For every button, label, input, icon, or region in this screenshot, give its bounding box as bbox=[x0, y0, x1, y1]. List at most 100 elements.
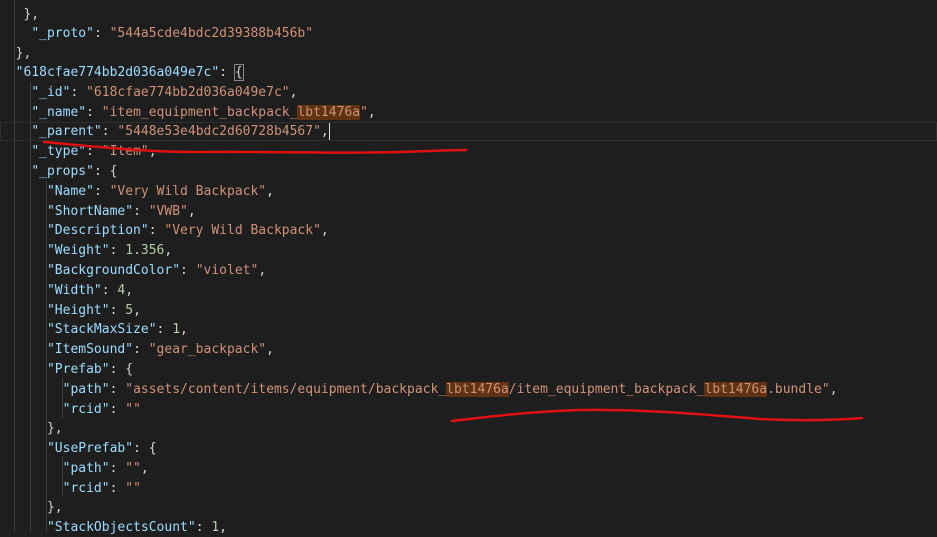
code-line[interactable]: "Name": "Very Wild Backpack", bbox=[0, 182, 937, 201]
json-key: "Name" bbox=[46, 184, 94, 199]
code-line[interactable]: "ItemSound": "gear_backpack", bbox=[0, 340, 937, 359]
search-match-highlight: lbt1476a bbox=[446, 382, 509, 397]
code-line[interactable]: "path": "assets/content/items/equipment/… bbox=[0, 380, 937, 399]
json-key: "_proto" bbox=[31, 26, 94, 41]
json-string: "assets/content/items/equipment/backpack… bbox=[125, 382, 447, 397]
json-string: "618cfae774bb2d036a049e7c" bbox=[86, 85, 290, 100]
json-number: 5 bbox=[125, 303, 134, 318]
json-number: 1.356 bbox=[125, 243, 165, 258]
punctuation: : bbox=[109, 303, 126, 318]
json-string: " bbox=[360, 105, 368, 120]
punctuation: : bbox=[109, 402, 126, 417]
json-key: "StackMaxSize" bbox=[46, 322, 157, 337]
code-line[interactable]: "_props": { bbox=[0, 162, 937, 181]
json-string: "VWB" bbox=[148, 204, 188, 219]
punctuation: : bbox=[86, 144, 102, 159]
punctuation: }, bbox=[46, 500, 63, 515]
code-line[interactable]: "_type": "Item", bbox=[0, 142, 937, 161]
punctuation: : bbox=[195, 520, 212, 535]
json-key: "path" bbox=[62, 461, 110, 476]
json-key: "_parent" bbox=[31, 124, 102, 139]
punctuation: , bbox=[219, 520, 227, 535]
punctuation: : bbox=[109, 382, 126, 397]
punctuation: : bbox=[93, 26, 110, 41]
punctuation: : bbox=[109, 243, 126, 258]
json-number: 1 bbox=[172, 322, 181, 337]
search-match-highlight: lbt1476a bbox=[297, 105, 361, 120]
code-line[interactable]: "rcid": "" bbox=[0, 479, 937, 498]
json-key: "618cfae774bb2d036a049e7c" bbox=[15, 65, 220, 80]
code-line[interactable]: "_name": "item_equipment_backpack_lbt147… bbox=[0, 103, 937, 122]
matching-bracket: { bbox=[233, 64, 244, 81]
code-line[interactable]: "path": "", bbox=[0, 459, 937, 478]
code-line[interactable]: "Width": 4, bbox=[0, 281, 937, 300]
json-string: "Very Wild Backpack" bbox=[109, 184, 267, 199]
code-line[interactable]: "Prefab": { bbox=[0, 360, 937, 379]
text-cursor bbox=[328, 123, 330, 140]
punctuation: , bbox=[367, 105, 376, 120]
punctuation: , bbox=[148, 144, 157, 159]
punctuation: , bbox=[125, 283, 134, 298]
json-key: "path" bbox=[62, 382, 110, 397]
punctuation: : bbox=[109, 461, 126, 476]
json-key: "Prefab" bbox=[46, 362, 110, 377]
code-line[interactable]: "ShortName": "VWB", bbox=[0, 202, 937, 221]
code-line[interactable]: "_id": "618cfae774bb2d036a049e7c", bbox=[0, 83, 937, 102]
json-string: "gear_backpack" bbox=[148, 342, 267, 357]
json-key: "Width" bbox=[46, 283, 102, 298]
punctuation: , bbox=[187, 204, 196, 219]
json-string: "" bbox=[125, 461, 141, 476]
punctuation: : bbox=[133, 342, 149, 357]
punctuation: { bbox=[125, 362, 134, 377]
punctuation: : bbox=[86, 105, 102, 120]
json-key: "Description" bbox=[46, 223, 149, 238]
punctuation: , bbox=[320, 223, 329, 238]
code-line[interactable]: "BackgroundColor": "violet", bbox=[0, 261, 937, 280]
punctuation: , bbox=[320, 124, 329, 139]
json-key: "_props" bbox=[31, 164, 94, 179]
code-line[interactable]: "618cfae774bb2d036a049e7c": { bbox=[0, 63, 937, 82]
json-string: "544a5cde4bdc2d39388b456b" bbox=[109, 26, 314, 41]
punctuation: : bbox=[109, 362, 126, 377]
punctuation: { bbox=[109, 164, 118, 179]
punctuation: , bbox=[258, 263, 267, 278]
code-line[interactable]: "Description": "Very Wild Backpack", bbox=[0, 221, 937, 240]
code-line[interactable]: "StackObjectsCount": 1, bbox=[0, 518, 937, 537]
code-line-current[interactable]: "_parent": "5448e53e4bdc2d60728b4567", bbox=[0, 122, 937, 141]
punctuation: , bbox=[266, 184, 274, 199]
json-string: .bundle" bbox=[767, 382, 830, 397]
code-editor[interactable]: }, "_proto": "544a5cde4bdc2d39388b456b" … bbox=[0, 0, 937, 535]
json-key: "_id" bbox=[31, 85, 71, 100]
punctuation: : bbox=[133, 441, 149, 456]
punctuation: , bbox=[829, 382, 838, 397]
punctuation: : bbox=[70, 85, 87, 100]
punctuation: : bbox=[156, 322, 173, 337]
code-line[interactable]: "_proto": "544a5cde4bdc2d39388b456b" bbox=[0, 24, 937, 43]
punctuation: , bbox=[266, 342, 274, 357]
code-line[interactable]: "Weight": 1.356, bbox=[0, 241, 937, 260]
code-line[interactable]: "Height": 5, bbox=[0, 301, 937, 320]
punctuation: , bbox=[180, 322, 188, 337]
code-line[interactable]: "rcid": "" bbox=[0, 400, 937, 419]
json-key: "_name" bbox=[31, 105, 87, 120]
json-string: "Very Wild Backpack" bbox=[164, 223, 321, 238]
json-string: "Item" bbox=[101, 144, 149, 159]
code-line[interactable]: }, bbox=[0, 44, 937, 63]
punctuation: : bbox=[93, 184, 110, 199]
code-line[interactable]: }, bbox=[0, 498, 937, 517]
json-key: "Height" bbox=[46, 303, 110, 318]
code-line[interactable]: }, bbox=[0, 419, 937, 438]
json-key: "_type" bbox=[31, 144, 87, 159]
punctuation: }, bbox=[15, 46, 32, 61]
code-line[interactable]: "StackMaxSize": 1, bbox=[0, 320, 937, 339]
punctuation: : bbox=[148, 223, 165, 238]
json-key: "BackgroundColor" bbox=[46, 263, 181, 278]
json-key: "Weight" bbox=[46, 243, 110, 258]
punctuation: }, bbox=[46, 421, 63, 436]
punctuation: : bbox=[180, 263, 196, 278]
code-line[interactable]: "UsePrefab": { bbox=[0, 439, 937, 458]
json-key: "rcid" bbox=[62, 402, 110, 417]
json-number: 1 bbox=[211, 520, 220, 535]
code-line[interactable]: }, bbox=[0, 5, 937, 24]
json-string: "5448e53e4bdc2d60728b4567" bbox=[117, 124, 321, 139]
